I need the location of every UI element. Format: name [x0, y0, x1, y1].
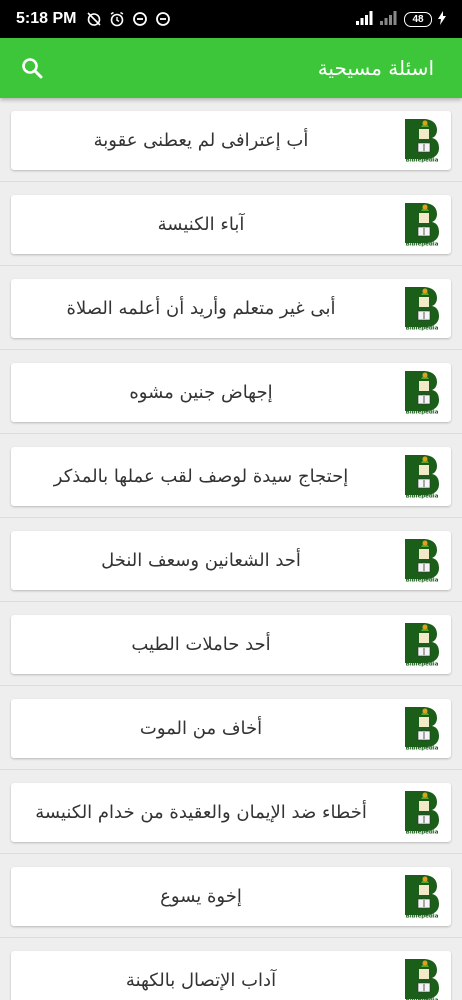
blocked-icon [132, 11, 148, 27]
biblepedia-logo-icon: Biblepedia [399, 285, 445, 331]
question-card[interactable]: آباء الكنيسة Biblepedia [11, 195, 451, 254]
svg-text:Biblepedia: Biblepedia [406, 326, 439, 332]
list-item: أخاف من الموت Biblepedia [0, 686, 462, 770]
question-title: أحد الشعانين وسعف النخل [101, 550, 301, 571]
charging-icon [438, 10, 446, 29]
list-item: أحد الشعانين وسعف النخل Biblepedia [0, 518, 462, 602]
svg-text:Biblepedia: Biblepedia [406, 830, 439, 836]
app-bar: اسئلة مسيحية [0, 38, 462, 98]
list-item: آباء الكنيسة Biblepedia [0, 182, 462, 266]
svg-text:Biblepedia: Biblepedia [406, 662, 439, 668]
question-card[interactable]: أحد الشعانين وسعف النخل Biblepedia [11, 531, 451, 590]
question-card[interactable]: أبى غير متعلم وأريد أن أعلمه الصلاة Bible… [11, 279, 451, 338]
question-title: أحد حاملات الطيب [131, 634, 271, 655]
status-time: 5:18 PM [16, 10, 77, 27]
question-title: أخاف من الموت [139, 718, 263, 739]
svg-text:Biblepedia: Biblepedia [406, 746, 439, 752]
biblepedia-logo-icon: Biblepedia [399, 453, 445, 499]
questions-list: أب إعترافى لم يعطنى عقوبة Biblepedia آباء … [0, 98, 462, 1000]
question-card[interactable]: إحتجاج سيدة لوصف لقب عملها بالمذكر Biblep… [11, 447, 451, 506]
question-title: أخطاء ضد الإيمان والعقيدة من خدام الكنيس… [35, 802, 367, 823]
list-item: إجهاض جنين مشوه Biblepedia [0, 350, 462, 434]
list-item: أبى غير متعلم وأريد أن أعلمه الصلاة Bible… [0, 266, 462, 350]
question-title: إجهاض جنين مشوه [129, 382, 273, 403]
biblepedia-logo-icon: Biblepedia [399, 117, 445, 163]
svg-text:Biblepedia: Biblepedia [406, 578, 439, 584]
question-card[interactable]: إجهاض جنين مشوه Biblepedia [11, 363, 451, 422]
list-item: أب إعترافى لم يعطنى عقوبة Biblepedia [0, 98, 462, 182]
biblepedia-logo-icon: Biblepedia [399, 789, 445, 835]
signal-icon [356, 10, 374, 29]
svg-text:Biblepedia: Biblepedia [406, 494, 439, 500]
svg-text:Biblepedia: Biblepedia [406, 158, 439, 164]
question-card[interactable]: إخوة يسوع Biblepedia [11, 867, 451, 926]
battery-indicator: 48 [404, 11, 432, 27]
biblepedia-logo-icon: Biblepedia [399, 873, 445, 919]
biblepedia-logo-icon: Biblepedia [399, 201, 445, 247]
question-card[interactable]: أخطاء ضد الإيمان والعقيدة من خدام الكنيس… [11, 783, 451, 842]
question-title: آداب الإتصال بالكهنة [125, 970, 277, 991]
alarm-off-icon [86, 11, 102, 27]
status-bar: 5:18 PM 48 [0, 0, 462, 38]
question-card[interactable]: آداب الإتصال بالكهنة Biblepedia [11, 951, 451, 1000]
question-title: آباء الكنيسة [157, 214, 245, 235]
signal-icon-2 [380, 10, 398, 29]
list-item: إخوة يسوع Biblepedia [0, 854, 462, 938]
biblepedia-logo-icon: Biblepedia [399, 957, 445, 1000]
svg-text:Biblepedia: Biblepedia [406, 914, 439, 920]
search-icon[interactable] [18, 54, 46, 82]
alarm-icon [109, 11, 125, 27]
system-indicators: 48 [356, 10, 446, 29]
svg-text:Biblepedia: Biblepedia [406, 242, 439, 248]
list-item: إحتجاج سيدة لوصف لقب عملها بالمذكر Biblep… [0, 434, 462, 518]
biblepedia-logo-icon: Biblepedia [399, 621, 445, 667]
list-item: أخطاء ضد الإيمان والعقيدة من خدام الكنيس… [0, 770, 462, 854]
biblepedia-logo-icon: Biblepedia [399, 705, 445, 751]
list-item: أحد حاملات الطيب Biblepedia [0, 602, 462, 686]
app-title: اسئلة مسيحية [317, 56, 434, 80]
svg-text:Biblepedia: Biblepedia [406, 410, 439, 416]
question-title: إخوة يسوع [160, 886, 242, 907]
biblepedia-logo-icon: Biblepedia [399, 369, 445, 415]
notification-icons [86, 11, 171, 27]
question-card[interactable]: أخاف من الموت Biblepedia [11, 699, 451, 758]
question-title: أبى غير متعلم وأريد أن أعلمه الصلاة [66, 298, 336, 319]
biblepedia-logo-icon: Biblepedia [399, 537, 445, 583]
blocked-icon-2 [155, 11, 171, 27]
list-item: آداب الإتصال بالكهنة Biblepedia [0, 938, 462, 1000]
question-card[interactable]: أحد حاملات الطيب Biblepedia [11, 615, 451, 674]
question-title: إحتجاج سيدة لوصف لقب عملها بالمذكر [53, 466, 349, 487]
question-card[interactable]: أب إعترافى لم يعطنى عقوبة Biblepedia [11, 111, 451, 170]
question-title: أب إعترافى لم يعطنى عقوبة [93, 130, 309, 151]
